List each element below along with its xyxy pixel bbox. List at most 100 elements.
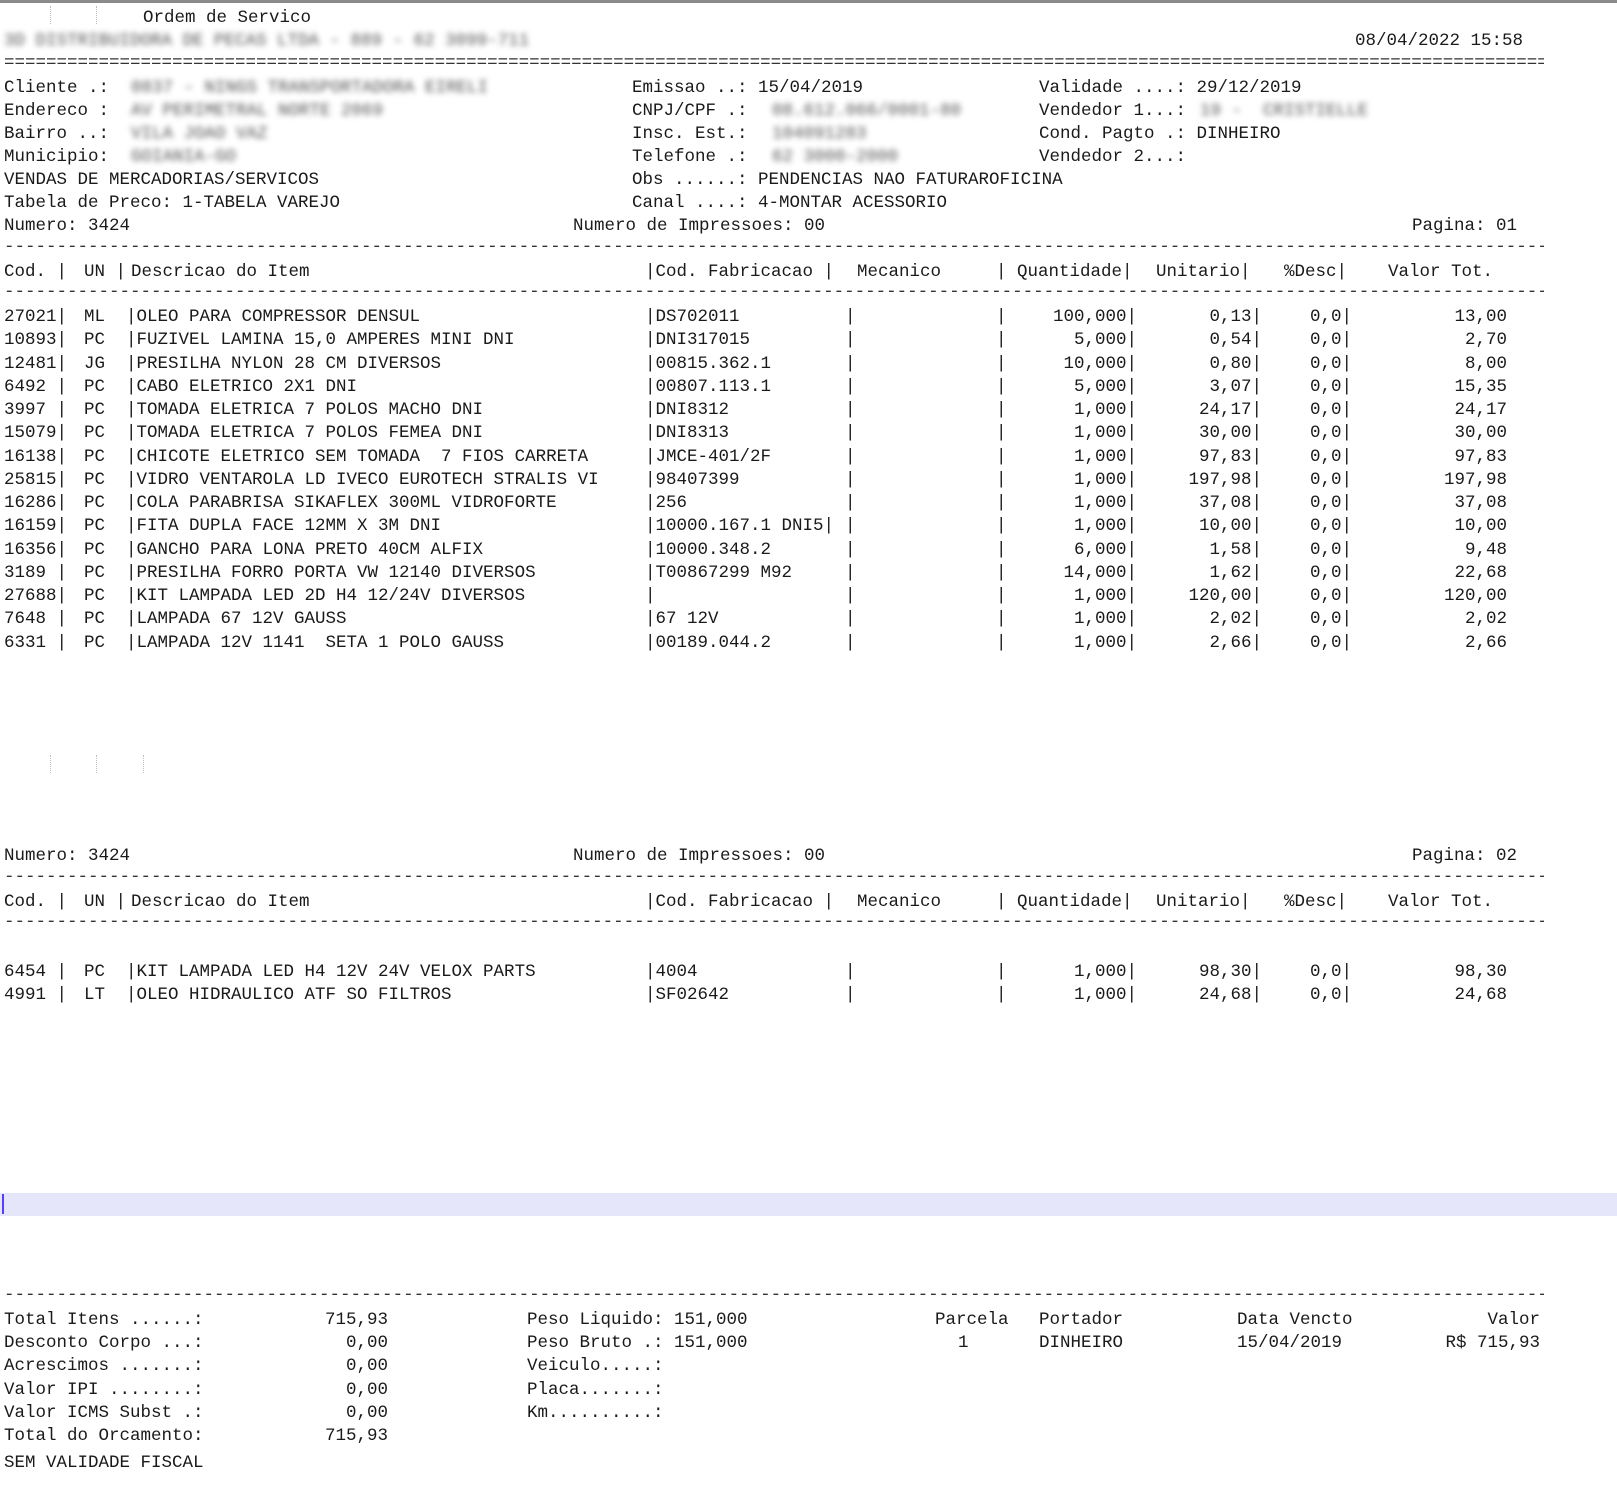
vendedor1-label: Vendedor 1...:	[1039, 101, 1187, 121]
item-quantidade: 1,000|	[1073, 633, 1137, 653]
item-cod: 16286|	[4, 493, 68, 513]
column-separator: |	[845, 354, 856, 374]
col-valor-total: Valor Tot.	[1388, 262, 1494, 282]
item-descricao: |TOMADA ELETRICA 7 POLOS FEMEA DNI	[126, 423, 484, 443]
item-quantidade: 1,000|	[1073, 609, 1137, 629]
item-valor-total: 30,00	[1454, 423, 1507, 443]
item-cod: 10893|	[4, 330, 68, 350]
sem-validade-fiscal: SEM VALIDADE FISCAL	[4, 1453, 204, 1473]
data-vencto-value: 15/04/2019	[1237, 1333, 1343, 1353]
endereco-label: Endereco :	[4, 101, 110, 121]
item-un: JG	[84, 354, 106, 374]
item-quantidade: 1,000|	[1073, 985, 1137, 1005]
page1-impressoes: Numero de Impressoes: 00	[573, 216, 826, 236]
column-separator: |	[996, 540, 1007, 560]
total-label: Desconto Corpo ...:	[4, 1333, 204, 1353]
ruler-tick	[50, 755, 52, 773]
column-separator: |	[845, 307, 856, 327]
item-valor-total: 9,48	[1464, 540, 1507, 560]
telefone-label: Telefone .:	[632, 147, 748, 167]
dashed-rule: ----------------------------------------…	[4, 240, 1544, 254]
item-valor-total: 120,00	[1443, 586, 1507, 606]
portador-header: Portador	[1039, 1310, 1124, 1330]
endereco-value: AV PERIMETRAL NORTE 2069	[131, 101, 384, 121]
obs: Obs ......: PENDENCIAS NAO FATURAROFICIN…	[632, 170, 1063, 190]
municipio-label: Municipio:	[4, 147, 110, 167]
item-descricao: |LAMPADA 12V 1141 SETA 1 POLO GAUSS	[126, 633, 505, 653]
insc-value: 104091283	[772, 124, 867, 144]
column-separator: |	[996, 633, 1007, 653]
page2-pagina: Pagina: 02	[1412, 846, 1518, 866]
item-desc-pct: 0,0|	[1309, 586, 1352, 606]
double-rule: ========================================…	[4, 56, 1544, 70]
column-separator: |	[845, 447, 856, 467]
item-quantidade: 1,000|	[1073, 516, 1137, 536]
item-descricao: |LAMPADA 67 12V GAUSS	[126, 609, 347, 629]
item-cod: 25815|	[4, 470, 68, 490]
column-separator: |	[845, 962, 856, 982]
total-value: 0,00	[345, 1356, 388, 1376]
item-cod: 3997 |	[4, 400, 68, 420]
item-unitario: 10,00|	[1198, 516, 1262, 536]
column-separator: |	[845, 470, 856, 490]
dashed-rule: ----------------------------------------…	[4, 1288, 1544, 1302]
text-selection-highlight[interactable]	[0, 1193, 1617, 1216]
item-unitario: 197,98|	[1188, 470, 1262, 490]
total-label: Valor IPI ........:	[4, 1380, 204, 1400]
cnpj-label: CNPJ/CPF .:	[632, 101, 748, 121]
item-cod-fabricacao: |98407399	[645, 470, 740, 490]
item-cod: 16356|	[4, 540, 68, 560]
item-desc-pct: 0,0|	[1309, 423, 1352, 443]
item-un: PC	[84, 586, 106, 606]
total-label: Valor ICMS Subst .:	[4, 1403, 204, 1423]
column-separator: |	[996, 516, 1007, 536]
item-cod: 3189 |	[4, 563, 68, 583]
item-descricao: |GANCHO PARA LONA PRETO 40CM ALFIX	[126, 540, 484, 560]
item-quantidade: 5,000|	[1073, 330, 1137, 350]
company-line: 3D DISTRIBUIDORA DE PECAS LTDA - 889 - 6…	[4, 31, 530, 51]
item-cod: 7648 |	[4, 609, 68, 629]
item-valor-total: 24,17	[1454, 400, 1507, 420]
item-desc-pct: 0,0|	[1309, 633, 1352, 653]
item-un: PC	[84, 330, 106, 350]
ruler-tick	[143, 755, 145, 773]
bairro-label: Bairro ..:	[4, 124, 110, 144]
item-valor-total: 98,30	[1454, 962, 1507, 982]
item-cod-fabricacao: |SF02642	[645, 985, 730, 1005]
item-un: PC	[84, 563, 106, 583]
page2-impressoes: Numero de Impressoes: 00	[573, 846, 826, 866]
col-cod: Cod. |	[4, 262, 68, 282]
item-cod-fabricacao: |JMCE-401/2F	[645, 447, 772, 467]
item-cod: 27688|	[4, 586, 68, 606]
item-descricao: |COLA PARABRISA SIKAFLEX 300ML VIDROFORT…	[126, 493, 557, 513]
item-descricao: |CHICOTE ELETRICO SEM TOMADA 7 FIOS CARR…	[126, 447, 589, 467]
col-un: UN |	[84, 892, 127, 912]
column-separator: |	[845, 633, 856, 653]
vendas-line: VENDAS DE MERCADORIAS/SERVICOS	[4, 170, 320, 190]
col-unitario: Unitario|	[1156, 262, 1251, 282]
item-valor-total: 15,35	[1454, 377, 1507, 397]
column-separator: |	[996, 307, 1007, 327]
insc-label: Insc. Est.:	[632, 124, 748, 144]
peso-line: Peso Bruto .: 151,000	[527, 1333, 748, 1353]
item-un: LT	[84, 985, 106, 1005]
telefone-value: 62 3000-2000	[772, 147, 899, 167]
peso-line: Km..........:	[527, 1403, 664, 1423]
item-desc-pct: 0,0|	[1309, 470, 1352, 490]
ruler-tick	[96, 755, 98, 773]
item-unitario: 24,17|	[1198, 400, 1262, 420]
item-cod-fabricacao: |00807.113.1	[645, 377, 772, 397]
column-separator: |	[996, 447, 1007, 467]
col-mecanico: Mecanico	[857, 892, 942, 912]
item-desc-pct: 0,0|	[1309, 377, 1352, 397]
col-cod: Cod. |	[4, 892, 68, 912]
item-valor-total: 2,70	[1464, 330, 1507, 350]
column-separator: |	[845, 516, 856, 536]
item-cod-fabricacao: |DNI8313	[645, 423, 730, 443]
column-separator: |	[996, 423, 1007, 443]
column-separator: |	[996, 470, 1007, 490]
cond-pagto: Cond. Pagto .: DINHEIRO	[1039, 124, 1281, 144]
item-descricao: |FITA DUPLA FACE 12MM X 3M DNI	[126, 516, 442, 536]
canal: Canal ....: 4-MONTAR ACESSORIO	[632, 193, 948, 213]
col-mecanico: Mecanico	[857, 262, 942, 282]
